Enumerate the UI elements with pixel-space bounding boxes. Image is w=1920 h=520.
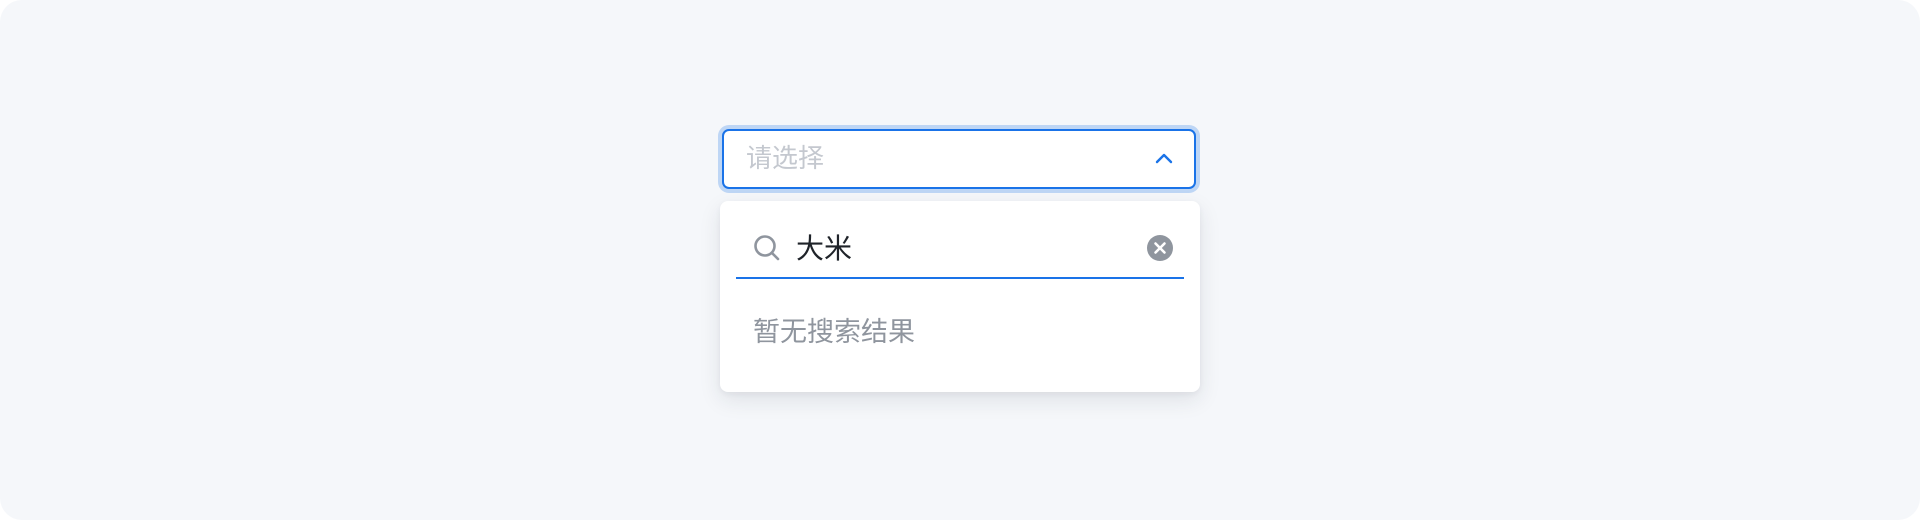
- empty-results-text: 暂无搜索结果: [753, 317, 915, 348]
- select-placeholder: 请选择: [746, 144, 825, 174]
- select-dropdown-panel: 暂无搜索结果: [720, 201, 1200, 392]
- search-icon: [754, 235, 780, 261]
- page-background: 请选择 暂无搜索结果: [0, 0, 1920, 520]
- dropdown-search-bar: [736, 219, 1184, 279]
- clear-circle-icon[interactable]: [1146, 234, 1174, 262]
- search-input[interactable]: [796, 225, 1126, 269]
- chevron-up-icon[interactable]: [1152, 147, 1176, 171]
- select-trigger[interactable]: 请选择: [722, 129, 1196, 189]
